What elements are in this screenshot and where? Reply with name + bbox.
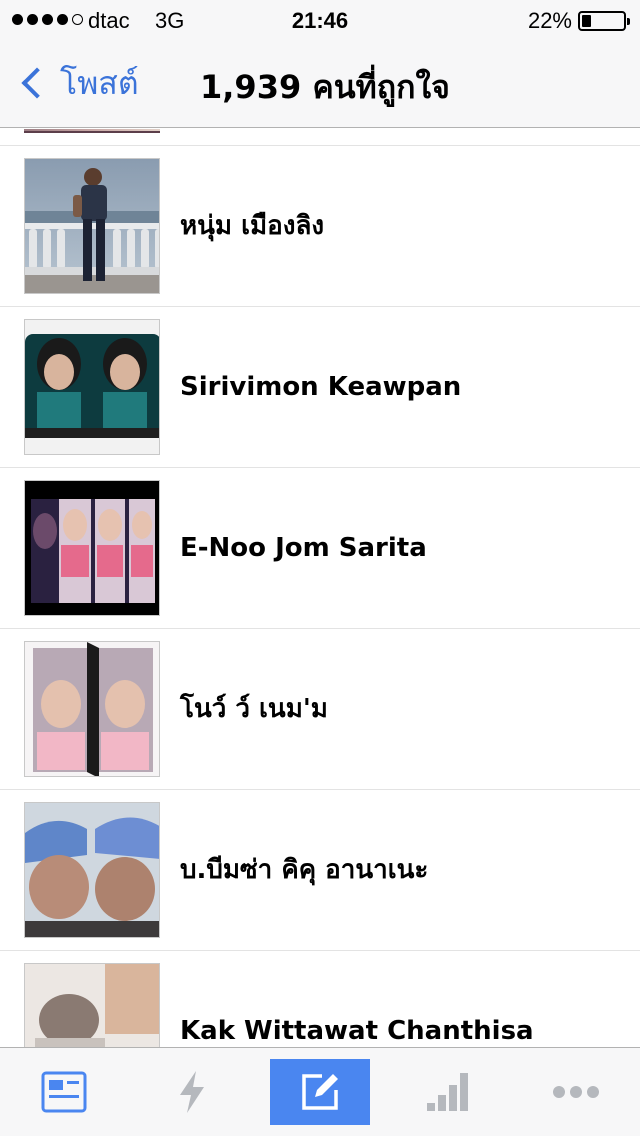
- liker-name[interactable]: โนว์ ว์ เนม'ม: [180, 629, 328, 790]
- profile-photo[interactable]: [24, 158, 160, 294]
- list-item[interactable]: บ.บีมซ่า คิคุ อานาเนะ: [0, 790, 640, 951]
- page-title: 1,939 คนที่ถูกใจ: [200, 68, 450, 106]
- liker-name[interactable]: Kak Wittawat Chanthisa: [180, 951, 534, 1047]
- battery-level: [582, 15, 591, 27]
- profile-photo[interactable]: [24, 963, 160, 1047]
- profile-photo[interactable]: [24, 319, 160, 455]
- tab-compose[interactable]: [270, 1059, 370, 1125]
- liker-name[interactable]: E-Noo Jom Sarita: [180, 468, 427, 629]
- battery-icon: [578, 11, 630, 31]
- liker-name[interactable]: หนุ่ม เมืองลิง: [180, 146, 324, 307]
- chevron-left-icon: [21, 67, 53, 99]
- compose-icon: [302, 1074, 338, 1110]
- notifications-icon: [180, 1071, 204, 1113]
- tab-notifications[interactable]: [142, 1059, 242, 1125]
- likers-list[interactable]: หนุ่ม เมืองลิง Sirivimon Keawpan E-Noo J…: [0, 129, 640, 1047]
- list-item[interactable]: Kak Wittawat Chanthisa: [0, 951, 640, 1047]
- battery-percent: 22%: [527, 8, 572, 33]
- list-item[interactable]: E-Noo Jom Sarita: [0, 468, 640, 629]
- list-item[interactable]: หนุ่ม เมืองลิง: [0, 146, 640, 307]
- navigation-bar: โพสต์ 1,939 คนที่ถูกใจ: [0, 40, 640, 128]
- back-button[interactable]: โพสต์: [14, 58, 139, 108]
- back-button-label: โพสต์: [60, 63, 139, 102]
- status-bar: dtac 3G 21:46 22%: [0, 0, 640, 40]
- profile-photo: [24, 129, 160, 133]
- tab-stats[interactable]: [398, 1059, 498, 1125]
- profile-photo[interactable]: [24, 480, 160, 616]
- list-item[interactable]: [0, 129, 640, 146]
- tab-more[interactable]: [526, 1059, 626, 1125]
- list-item[interactable]: โนว์ ว์ เนม'ม: [0, 629, 640, 790]
- liker-name[interactable]: Sirivimon Keawpan: [180, 307, 461, 468]
- tab-news-feed[interactable]: [14, 1059, 114, 1125]
- news-feed-icon: [41, 1071, 87, 1113]
- profile-photo[interactable]: [24, 641, 160, 777]
- more-icon: [553, 1086, 599, 1098]
- list-item[interactable]: Sirivimon Keawpan: [0, 307, 640, 468]
- tab-bar: [0, 1047, 640, 1136]
- profile-photo[interactable]: [24, 802, 160, 938]
- stats-icon: [427, 1073, 468, 1111]
- liker-name[interactable]: บ.บีมซ่า คิคุ อานาเนะ: [180, 790, 428, 951]
